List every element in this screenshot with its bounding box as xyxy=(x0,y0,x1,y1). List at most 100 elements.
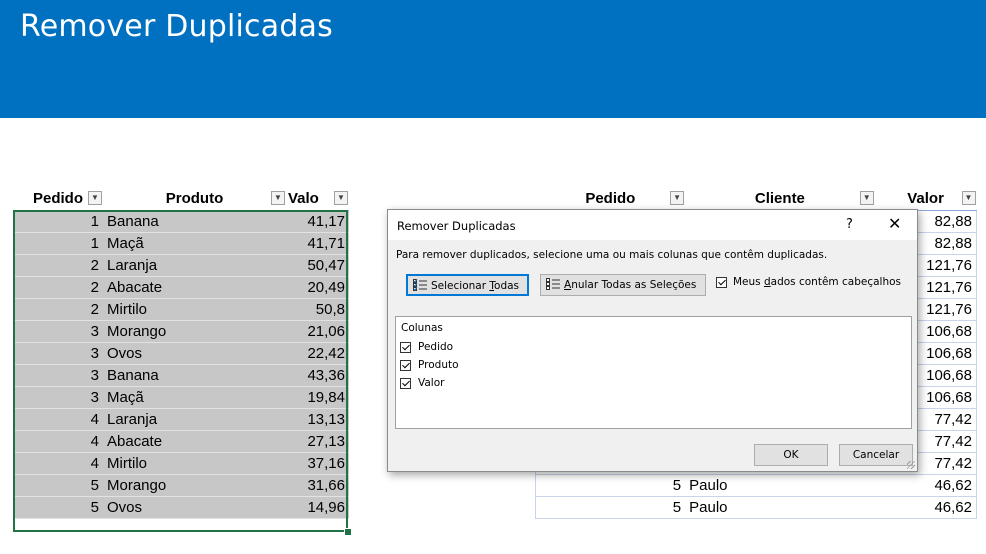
table-cell[interactable]: 3 xyxy=(13,386,103,409)
table-cell[interactable]: 22,42 xyxy=(286,342,349,365)
right-header-row: Pedido ▼ Cliente ▼ Valor ▼ xyxy=(535,188,977,211)
table-cell[interactable]: 43,36 xyxy=(286,364,349,387)
table-cell[interactable]: Ovos xyxy=(103,496,286,519)
table-cell[interactable]: 46,62 xyxy=(874,474,977,497)
table-cell[interactable]: Paulo xyxy=(685,496,875,519)
table-row: 5 Morango 31,66 xyxy=(13,474,349,497)
filter-dropdown-icon[interactable]: ▼ xyxy=(961,191,976,205)
header-valor: Valor ▼ xyxy=(874,188,977,211)
table-cell[interactable]: 4 xyxy=(13,430,103,453)
table-cell[interactable]: 4 xyxy=(13,452,103,475)
columns-label: Colunas xyxy=(401,322,443,334)
table-cell[interactable]: 5 xyxy=(13,474,103,497)
table-cell[interactable]: 21,06 xyxy=(286,320,349,343)
column-checkbox-produto[interactable]: Produto xyxy=(400,358,459,372)
table-cell[interactable]: 41,71 xyxy=(286,232,349,255)
table-cell[interactable]: 5 xyxy=(535,474,686,497)
header-pedido: Pedido ▼ xyxy=(13,188,103,211)
table-cell[interactable]: Ovos xyxy=(103,342,286,365)
table-cell[interactable]: Paulo xyxy=(685,474,875,497)
table-row: 4 Mirtilo 37,16 xyxy=(13,452,349,475)
table-cell[interactable]: 2 xyxy=(13,298,103,321)
cancel-button[interactable]: Cancelar xyxy=(839,444,913,466)
table-cell[interactable]: Morango xyxy=(103,474,286,497)
label-part: Selecionar xyxy=(431,280,490,292)
header-label: Pedido xyxy=(585,190,636,208)
table-row: 1 Maçã 41,71 xyxy=(13,232,349,255)
column-label: Valor xyxy=(418,377,445,389)
select-all-button[interactable]: Selecionar Todas xyxy=(406,274,529,296)
table-cell[interactable]: Maçã xyxy=(103,232,286,255)
table-row: 2 Abacate 20,49 xyxy=(13,276,349,299)
resize-grip-icon[interactable] xyxy=(907,461,915,469)
fill-handle[interactable] xyxy=(344,528,352,536)
label-part: nular Todas as Seleções xyxy=(571,279,697,291)
page-title: Remover Duplicadas xyxy=(20,9,333,44)
table-cell[interactable]: 1 xyxy=(13,232,103,255)
table-cell[interactable]: Maçã xyxy=(103,386,286,409)
table-cell[interactable]: 3 xyxy=(13,320,103,343)
table-row: 1 Banana 41,17 xyxy=(13,210,349,233)
table-cell[interactable]: 5 xyxy=(13,496,103,519)
table-cell[interactable]: 13,13 xyxy=(286,408,349,431)
label-part: ados contêm cabeçalhos xyxy=(770,276,901,288)
header-label: Cliente xyxy=(754,190,805,208)
table-cell[interactable]: 5 xyxy=(535,496,686,519)
filter-dropdown-icon[interactable]: ▼ xyxy=(88,191,102,205)
table-cell[interactable]: 1 xyxy=(13,210,103,233)
table-row: 4 Abacate 27,13 xyxy=(13,430,349,453)
filter-dropdown-icon[interactable]: ▼ xyxy=(859,191,874,205)
table-cell[interactable]: 4 xyxy=(13,408,103,431)
header-cliente: Cliente ▼ xyxy=(685,188,875,211)
header-produto: Produto ▼ xyxy=(103,188,286,211)
ok-button[interactable]: OK xyxy=(754,444,828,466)
checkbox-checked-icon xyxy=(400,359,411,371)
table-row: 2 Laranja 50,47 xyxy=(13,254,349,277)
close-icon[interactable]: ✕ xyxy=(888,214,901,233)
table-cell[interactable]: Laranja xyxy=(103,408,286,431)
header-pedido: Pedido ▼ xyxy=(535,188,686,211)
table-cell[interactable]: 20,49 xyxy=(286,276,349,299)
accelerator-key: d xyxy=(763,276,771,288)
label-part: odas xyxy=(494,280,520,292)
table-row: 5 Paulo 46,62 xyxy=(535,474,977,497)
table-cell[interactable]: 50,8 xyxy=(286,298,349,321)
table-cell[interactable]: 31,66 xyxy=(286,474,349,497)
table-cell[interactable]: 2 xyxy=(13,276,103,299)
column-label: Pedido xyxy=(418,341,454,353)
table-cell[interactable]: Laranja xyxy=(103,254,286,277)
table-row: 3 Banana 43,36 xyxy=(13,364,349,387)
table-cell[interactable]: 3 xyxy=(13,342,103,365)
table-cell[interactable]: 2 xyxy=(13,254,103,277)
title-banner: Remover Duplicadas xyxy=(0,0,986,118)
column-label: Produto xyxy=(418,359,459,371)
table-cell[interactable]: Morango xyxy=(103,320,286,343)
table-row: 3 Maçã 19,84 xyxy=(13,386,349,409)
filter-dropdown-icon[interactable]: ▼ xyxy=(670,191,685,205)
headers-checkbox-label: Meus dados contêm cabeçalhos xyxy=(733,276,901,288)
table-cell[interactable]: 50,47 xyxy=(286,254,349,277)
help-button[interactable]: ? xyxy=(846,217,853,232)
unselect-all-button[interactable]: Anular Todas as Seleções xyxy=(540,274,706,296)
header-valor: Valo ▼ xyxy=(286,188,349,211)
table-row: 5 Ovos 14,96 xyxy=(13,496,349,519)
table-cell[interactable]: Banana xyxy=(103,210,286,233)
table-cell[interactable]: Banana xyxy=(103,364,286,387)
table-cell[interactable]: Abacate xyxy=(103,430,286,453)
table-cell[interactable]: 19,84 xyxy=(286,386,349,409)
table-cell[interactable]: Mirtilo xyxy=(103,298,286,321)
table-cell[interactable]: 46,62 xyxy=(874,496,977,519)
column-checkbox-pedido[interactable]: Pedido xyxy=(400,340,453,354)
table-cell[interactable]: 14,96 xyxy=(286,496,349,519)
filter-dropdown-icon[interactable]: ▼ xyxy=(334,191,348,205)
table-cell[interactable]: 27,13 xyxy=(286,430,349,453)
remove-duplicates-dialog: Remover Duplicadas ? ✕ Para remover dupl… xyxy=(387,209,918,472)
table-cell[interactable]: 41,17 xyxy=(286,210,349,233)
headers-checkbox[interactable]: Meus dados contêm cabeçalhos xyxy=(716,274,901,290)
filter-dropdown-icon[interactable]: ▼ xyxy=(271,191,285,205)
column-checkbox-valor[interactable]: Valor xyxy=(400,376,444,390)
table-cell[interactable]: 3 xyxy=(13,364,103,387)
table-cell[interactable]: Abacate xyxy=(103,276,286,299)
table-cell[interactable]: 37,16 xyxy=(286,452,349,475)
table-cell[interactable]: Mirtilo xyxy=(103,452,286,475)
